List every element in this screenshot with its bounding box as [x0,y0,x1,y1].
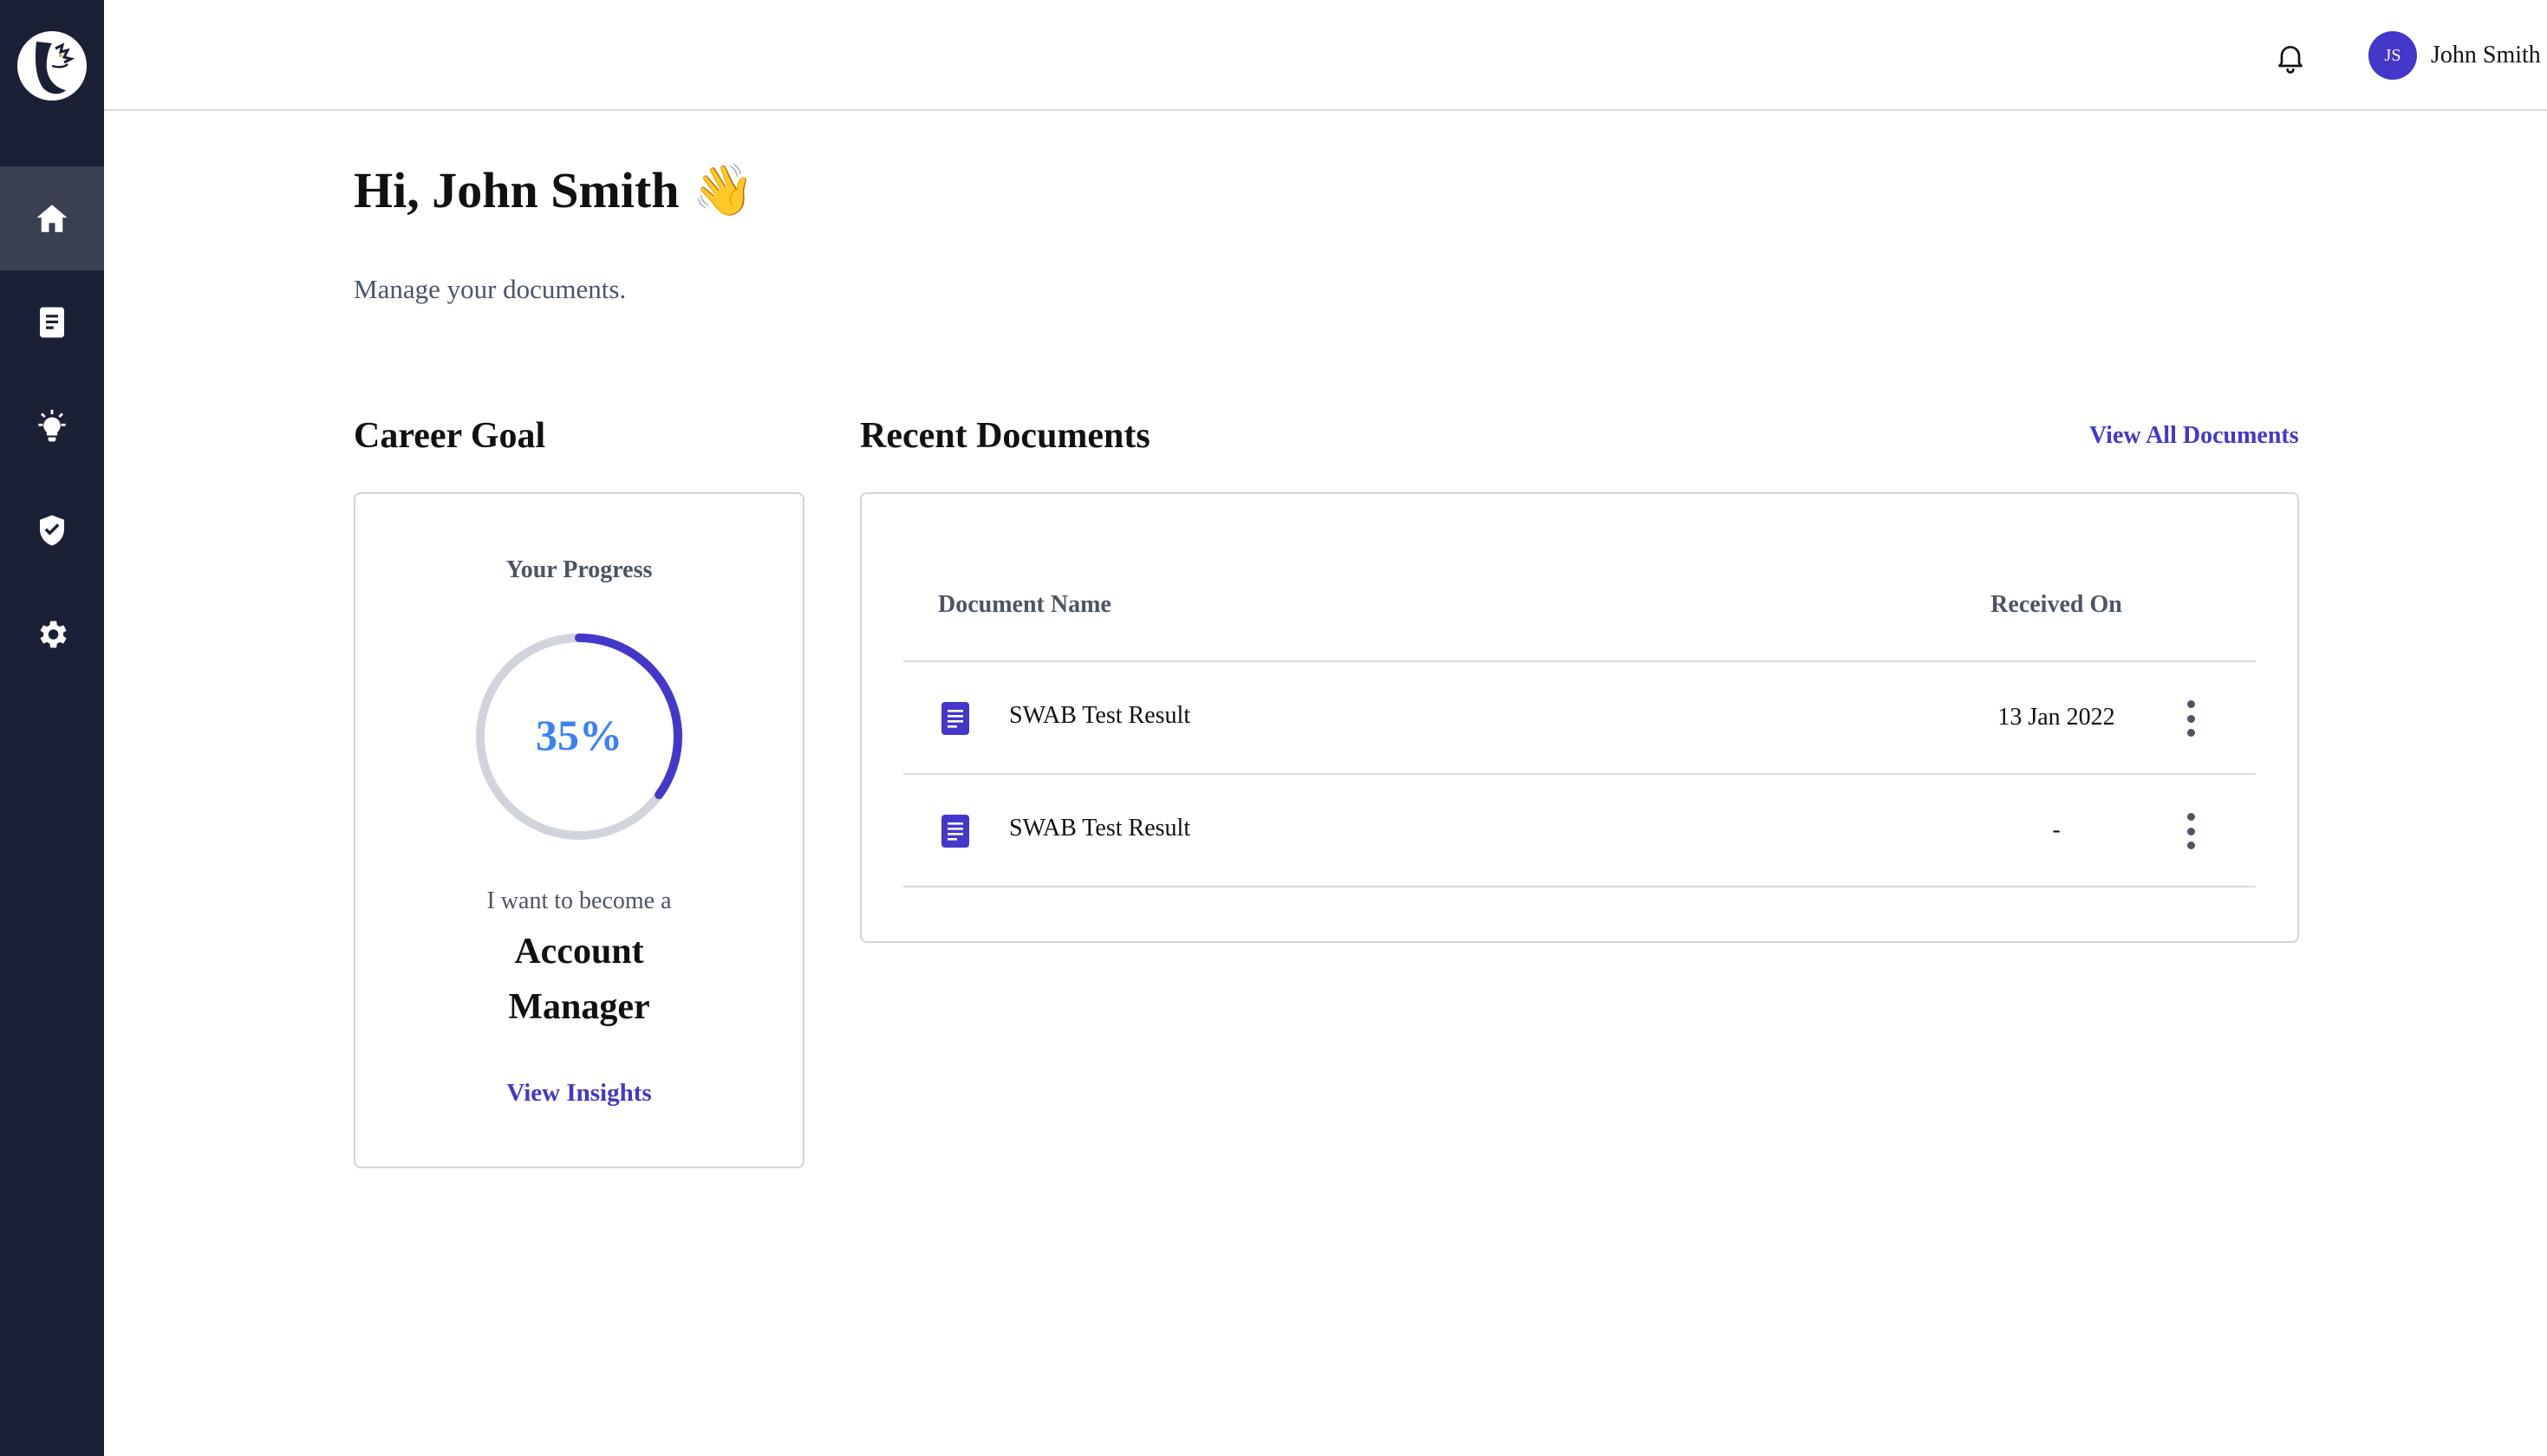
table-divider [903,886,2256,887]
career-goal-line1: Account [514,932,644,972]
sidebar-item-security[interactable] [0,478,104,582]
page-subtitle: Manage your documents. [354,274,627,304]
more-options-icon[interactable] [2178,697,2204,740]
table-row[interactable]: SWAB Test Result 13 Jan 2022 [903,662,2256,773]
document-file-icon [940,813,971,849]
user-name[interactable]: John Smith [2431,38,2541,73]
shield-check-icon [40,515,64,546]
more-options-icon[interactable] [2178,809,2204,853]
gear-icon [40,621,67,648]
page-title: Hi, John Smith 👋 [354,162,755,218]
document-received-date: 13 Jan 2022 [1997,704,2115,731]
column-header-document-name: Document Name [938,591,1111,618]
document-received-date: - [2052,816,2061,843]
column-header-received-on: Received On [1990,591,2122,618]
lightbulb-icon [38,409,66,442]
avatar[interactable]: JS [2368,31,2417,80]
top-bar: JS John Smith [104,0,2547,111]
recent-documents-card: Document Name Received On SWAB Test Resu… [860,492,2299,943]
brand-logo[interactable] [17,31,87,101]
sidebar-item-settings[interactable] [0,582,104,686]
career-goal-title: Career Goal [354,416,546,456]
sidebar [0,0,104,1456]
home-icon [36,205,68,232]
document-file-icon [940,700,971,737]
career-goal-card: Your Progress 35% I want to become a Acc… [354,492,804,1168]
career-goal-role: Account Manager [355,924,803,1035]
notification-bell-icon[interactable] [2273,40,2308,75]
career-want-text: I want to become a [486,887,672,914]
progress-label: Your Progress [505,556,653,583]
career-goal-line2: Manager [508,987,650,1027]
sidebar-item-documents[interactable] [0,270,104,374]
recent-documents-title: Recent Documents [860,416,1150,456]
progress-percent: 35% [536,711,622,759]
lion-logo-icon [17,31,87,101]
sidebar-item-home[interactable] [0,166,104,270]
view-all-documents-link[interactable]: View All Documents [2089,419,2299,452]
document-icon [40,307,64,338]
table-row[interactable]: SWAB Test Result - [903,775,2256,886]
sidebar-item-insights[interactable] [0,374,104,478]
view-insights-link[interactable]: View Insights [355,1076,803,1109]
document-name[interactable]: SWAB Test Result [1009,813,1190,844]
document-name[interactable]: SWAB Test Result [1009,700,1190,731]
